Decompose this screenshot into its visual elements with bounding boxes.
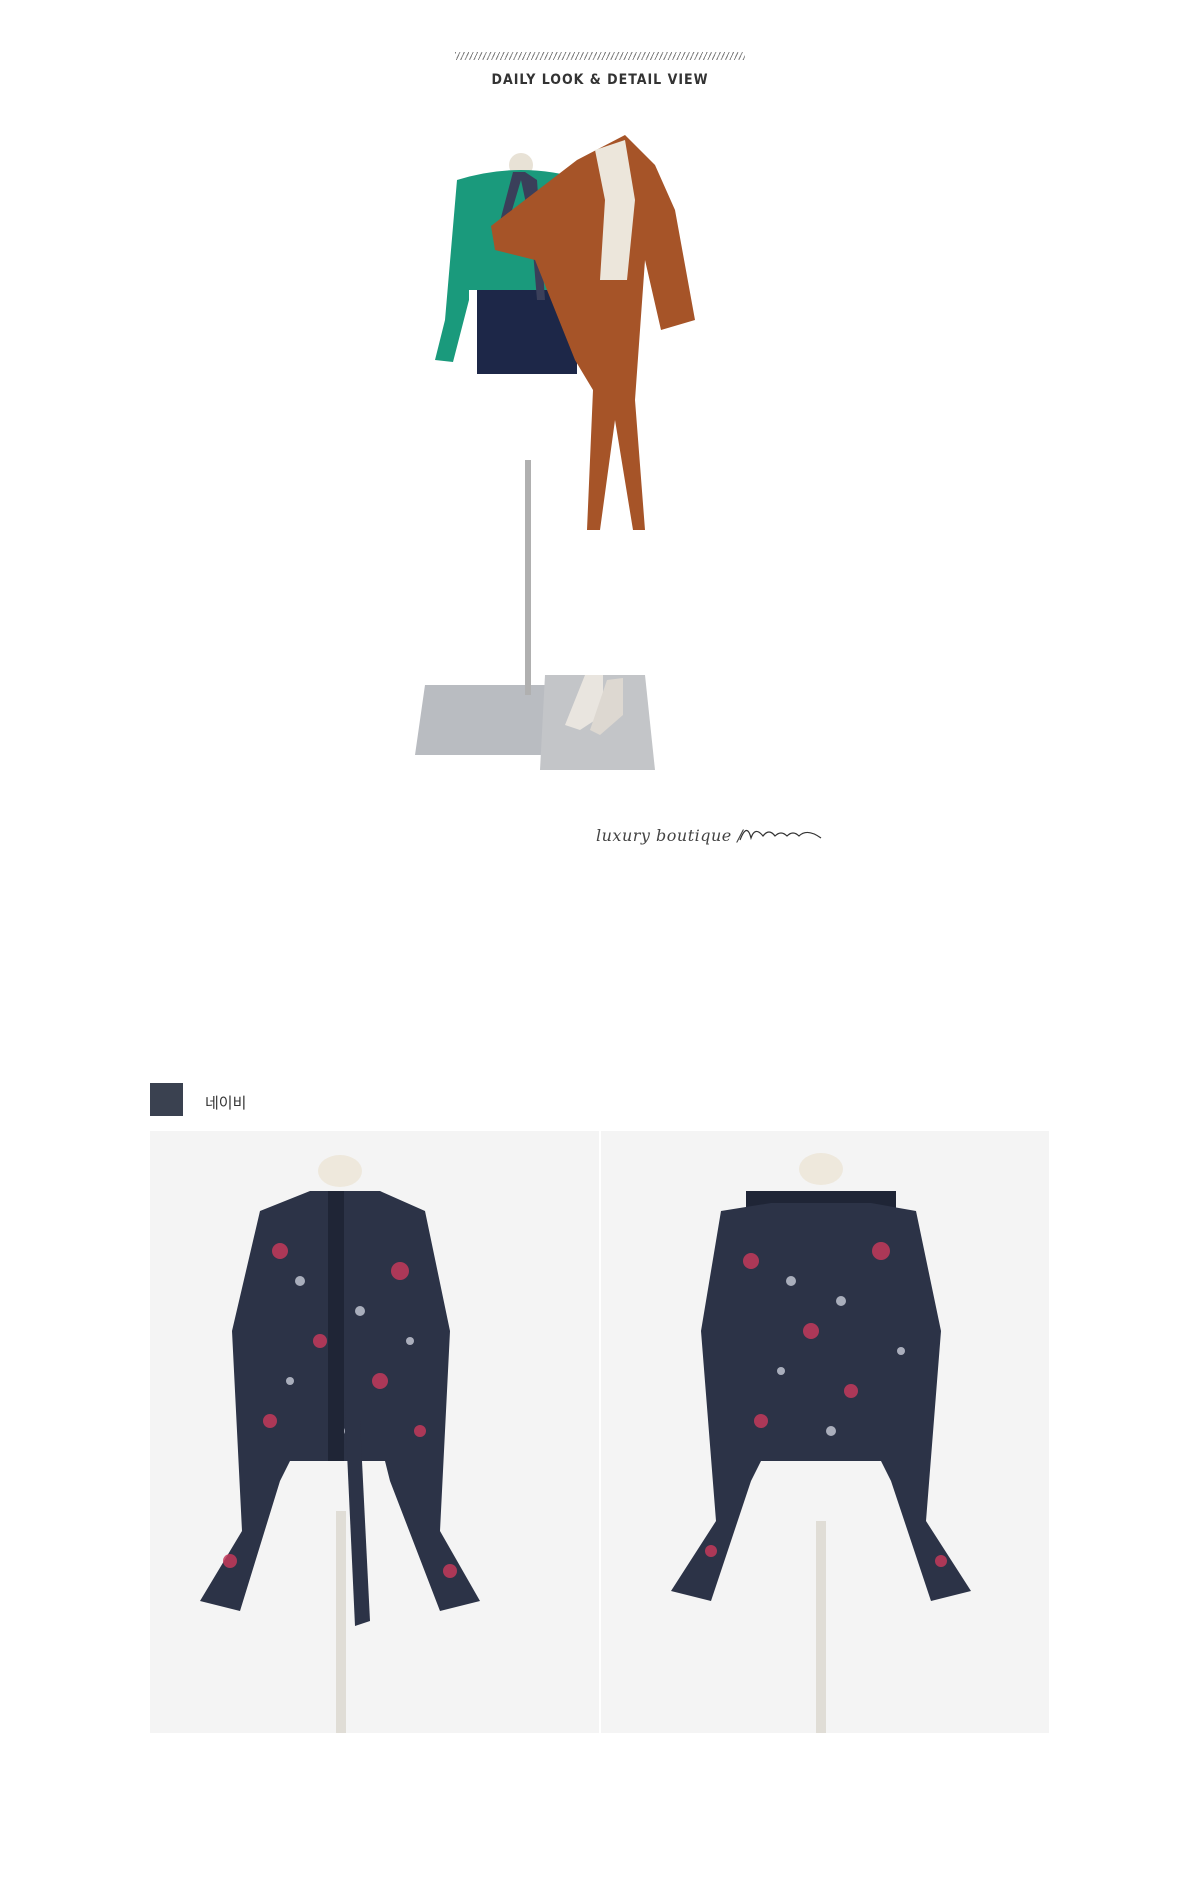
front-blouse-illustration [200,1155,480,1733]
header-decorative-rule [455,52,745,60]
back-blouse-illustration [671,1153,971,1733]
left-stand-pole [525,460,531,695]
brand-tagline: luxury boutique / [596,826,744,845]
color-swatch-navy [150,1083,183,1116]
daily-look-photo [415,135,695,770]
product-photo-front [150,1131,599,1733]
section-title: DAILY LOOK & DETAIL VIEW [491,72,709,88]
color-option-label: 네이비 [205,1095,247,1112]
handwritten-signature-icon [739,829,822,841]
product-photo-back [601,1131,1049,1733]
